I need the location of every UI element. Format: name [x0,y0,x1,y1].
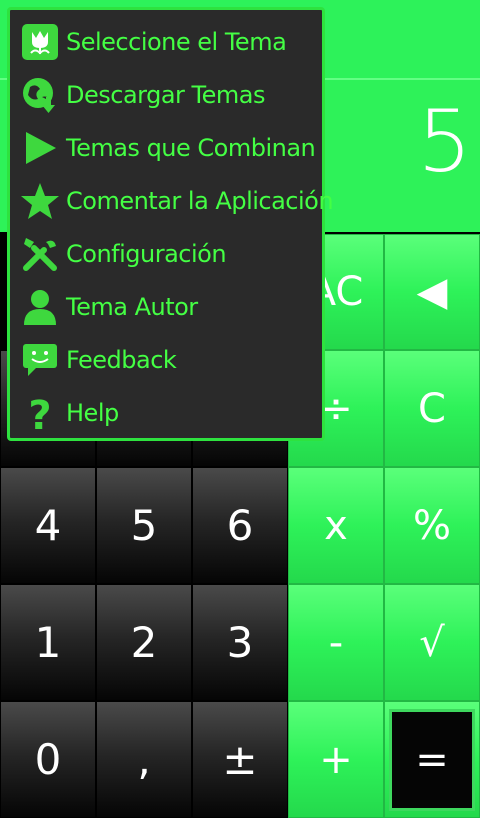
menu-item-download-themes[interactable]: Descargar Temas [18,71,265,119]
menu-item-rate-app[interactable]: Comentar la Aplicación [18,177,334,225]
minus-button[interactable]: - [288,584,384,701]
tulip-icon [18,20,62,64]
chat-smile-icon [18,338,62,382]
comma-button[interactable]: , [96,701,192,818]
menu-item-select-theme[interactable]: Seleccione el Tema [18,18,287,66]
plus-minus-button[interactable]: ± [192,701,288,818]
menu-label: Tema Autor [66,293,198,321]
star-icon [18,179,62,223]
equals-button[interactable]: = [389,709,475,811]
menu-label: Comentar la Aplicación [66,187,334,215]
menu-item-theme-author[interactable]: Tema Autor [18,283,198,331]
display-value: 5 [417,92,472,192]
user-icon [18,285,62,329]
six-button[interactable]: 6 [192,467,288,584]
zero-button[interactable]: 0 [0,701,96,818]
two-button[interactable]: 2 [96,584,192,701]
backspace-button[interactable]: ◀ [384,234,480,350]
menu-label: Temas que Combinan [66,134,316,162]
menu-item-help[interactable]: ? Help [18,389,119,437]
sqrt-button[interactable]: √ [384,584,480,701]
multiply-button[interactable]: x [288,467,384,584]
tools-icon [18,232,62,276]
menu-item-matching-themes[interactable]: Temas que Combinan [18,124,316,172]
menu-label: Help [66,399,119,427]
percent-button[interactable]: % [384,467,480,584]
question-icon: ? [18,391,62,435]
menu-label: Configuración [66,240,227,268]
menu-item-settings[interactable]: Configuración [18,230,227,278]
menu-label: Seleccione el Tema [66,28,287,56]
play-store-icon [18,126,62,170]
plus-button[interactable]: + [288,701,384,818]
clear-button[interactable]: C [384,350,480,467]
menu-label: Feedback [66,346,177,374]
options-menu: Seleccione el Tema Descargar Temas Temas… [7,7,334,441]
menu-item-feedback[interactable]: Feedback [18,336,177,384]
three-button[interactable]: 3 [192,584,288,701]
one-button[interactable]: 1 [0,584,96,701]
globe-download-icon [18,73,62,117]
four-button[interactable]: 4 [0,467,96,584]
five-button[interactable]: 5 [96,467,192,584]
svg-text:?: ? [28,393,51,433]
menu-label: Descargar Temas [66,81,265,109]
